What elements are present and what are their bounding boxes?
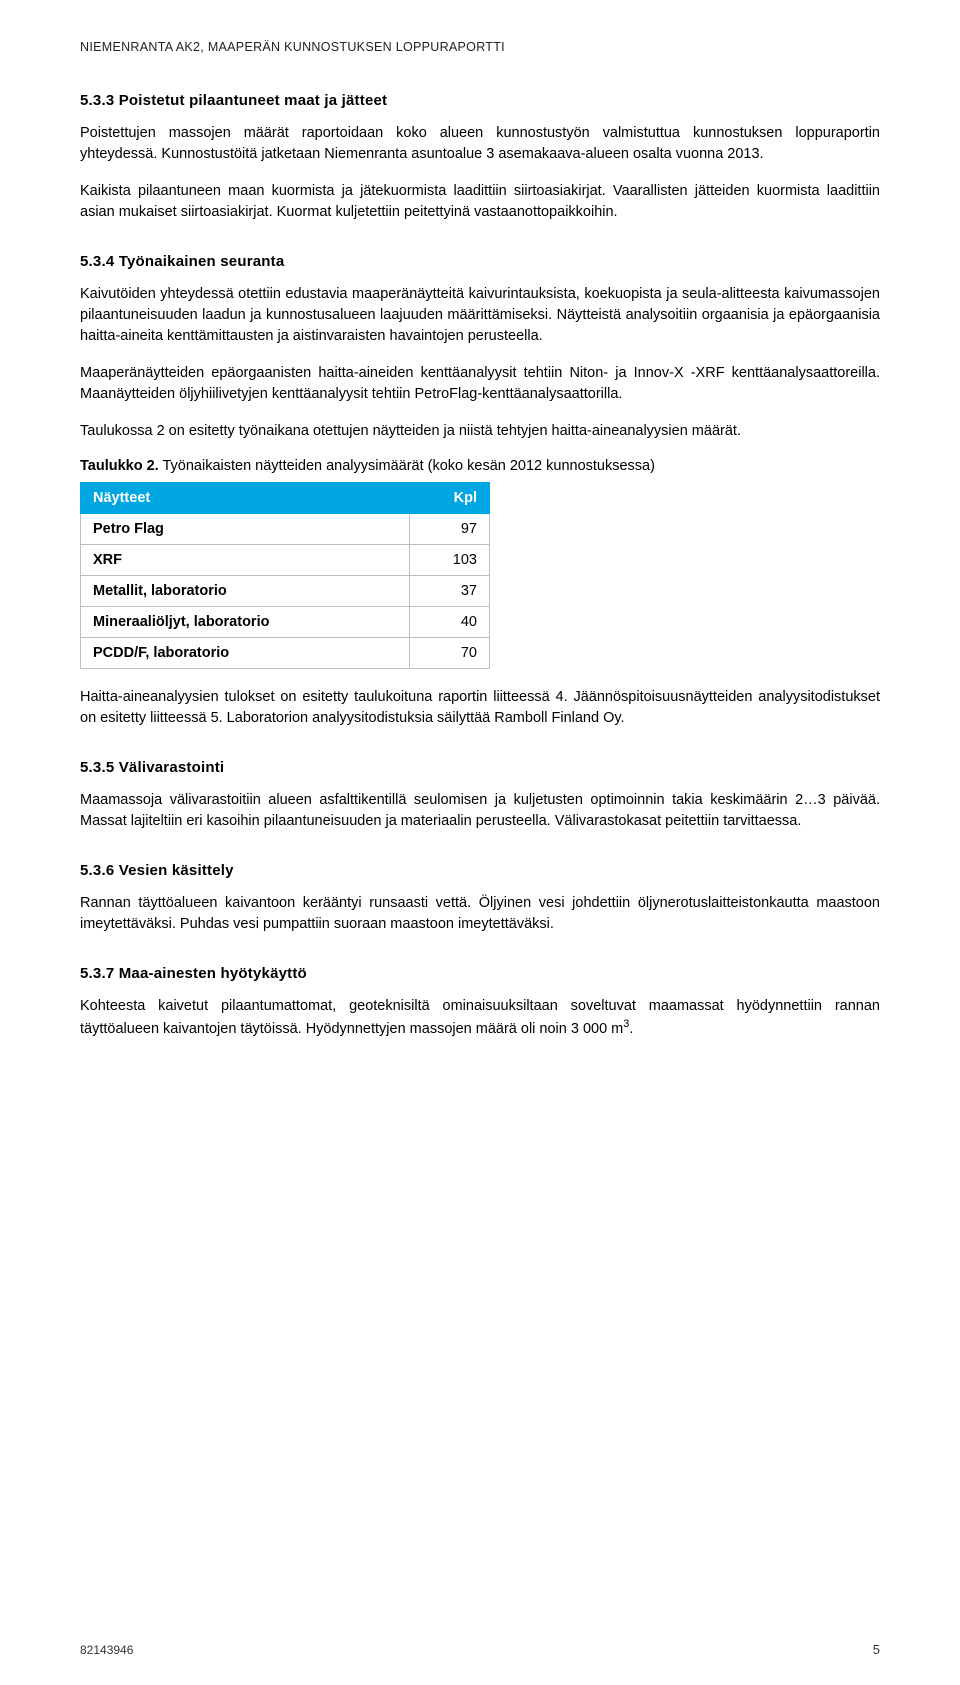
table-row: Mineraaliöljyt, laboratorio 40 — [81, 607, 490, 638]
document-number: 82143946 — [80, 1643, 133, 1657]
table-header-cell: Näytteet — [81, 483, 410, 514]
document-page: NIEMENRANTA AK2, MAAPERÄN KUNNOSTUKSEN L… — [0, 0, 960, 1685]
table-row: PCDD/F, laboratorio 70 — [81, 638, 490, 669]
table-header-row: Näytteet Kpl — [81, 483, 490, 514]
text: Kunnostustöitä jatketaan Niemenranta asu… — [161, 146, 763, 162]
paragraph: Haitta-aineanalyysien tulokset on esitet… — [80, 687, 880, 729]
heading-5-3-4: 5.3.4 Työnaikainen seuranta — [80, 253, 880, 270]
heading-5-3-3: 5.3.3 Poistetut pilaantuneet maat ja jät… — [80, 92, 880, 109]
paragraph: Kaikista pilaantuneen maan kuormista ja … — [80, 181, 880, 223]
paragraph: Poistettujen massojen määrät raportoidaa… — [80, 123, 880, 165]
paragraph: Maaperänäytteiden epäorgaanisten haitta-… — [80, 363, 880, 405]
paragraph: Taulukossa 2 on esitetty työnaikana otet… — [80, 421, 880, 442]
heading-5-3-7: 5.3.7 Maa-ainesten hyötykäyttö — [80, 965, 880, 982]
table-cell-value: 97 — [409, 514, 489, 545]
table-row: Metallit, laboratorio 37 — [81, 576, 490, 607]
paragraph: Kohteesta kaivetut pilaantumattomat, geo… — [80, 996, 880, 1040]
table-cell-value: 103 — [409, 545, 489, 576]
paragraph: Maamassoja välivarastoitiin alueen asfal… — [80, 790, 880, 832]
table-row: XRF 103 — [81, 545, 490, 576]
paragraph: Rannan täyttöalueen kaivantoon kerääntyi… — [80, 893, 880, 935]
table-cell-value: 37 — [409, 576, 489, 607]
table-cell-label: Metallit, laboratorio — [81, 576, 410, 607]
table-caption: Taulukko 2. Työnaikaisten näytteiden ana… — [80, 458, 880, 474]
table-cell-label: PCDD/F, laboratorio — [81, 638, 410, 669]
heading-5-3-6: 5.3.6 Vesien käsittely — [80, 862, 880, 879]
running-header: NIEMENRANTA AK2, MAAPERÄN KUNNOSTUKSEN L… — [80, 40, 880, 54]
heading-5-3-5: 5.3.5 Välivarastointi — [80, 759, 880, 776]
page-number: 5 — [873, 1642, 880, 1657]
table-cell-value: 70 — [409, 638, 489, 669]
paragraph: Kaivutöiden yhteydessä otettiin edustavi… — [80, 284, 880, 347]
table-cell-label: Petro Flag — [81, 514, 410, 545]
table-caption-text: Työnaikaisten näytteiden analyysimäärät … — [159, 458, 655, 474]
table-row: Petro Flag 97 — [81, 514, 490, 545]
samples-table: Näytteet Kpl Petro Flag 97 XRF 103 Metal… — [80, 482, 490, 669]
table-caption-label: Taulukko 2. — [80, 458, 159, 474]
table-cell-label: Mineraaliöljyt, laboratorio — [81, 607, 410, 638]
text: . — [629, 1021, 633, 1037]
table-cell-label: XRF — [81, 545, 410, 576]
table-cell-value: 40 — [409, 607, 489, 638]
page-footer: 82143946 5 — [80, 1642, 880, 1657]
table-header-cell: Kpl — [409, 483, 489, 514]
text: Kohteesta kaivetut pilaantumattomat, geo… — [80, 998, 880, 1037]
